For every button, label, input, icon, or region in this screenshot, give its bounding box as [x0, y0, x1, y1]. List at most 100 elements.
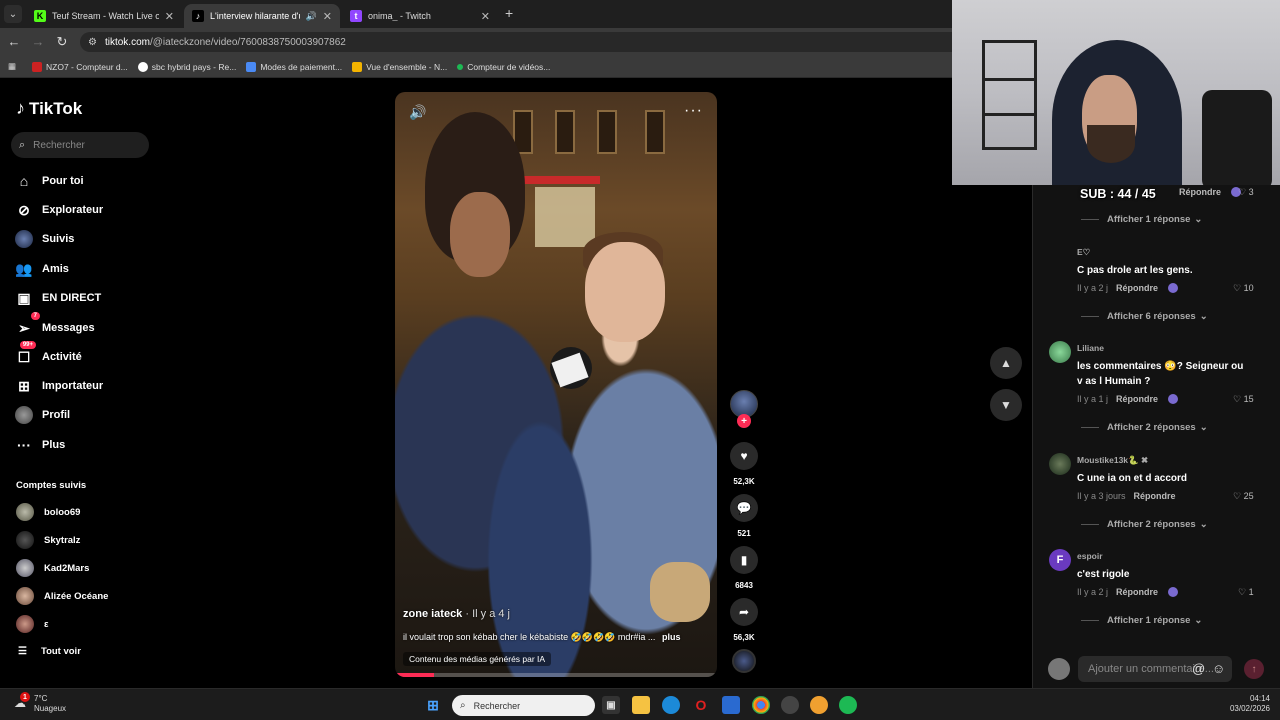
nav-profil[interactable]: Profil — [14, 404, 70, 426]
search-input[interactable]: ⌕ Rechercher — [11, 132, 149, 158]
comment-icon[interactable]: 💬 — [730, 494, 758, 522]
reload-icon[interactable]: ↻ — [54, 34, 70, 50]
video-author[interactable]: zone iateck · Il y a 4 j — [403, 608, 510, 620]
new-tab-icon[interactable]: + — [505, 5, 513, 21]
following-account[interactable]: Skytralz — [16, 531, 80, 549]
bookmark-item[interactable]: NZO7 - Compteur d... — [32, 61, 128, 72]
view-replies[interactable]: Afficher 1 réponse ⌄ — [1081, 615, 1202, 626]
system-clock[interactable]: 04:14 03/02/2026 — [1210, 694, 1270, 715]
comment-meta: Il y a 2 j Répondre — [1077, 587, 1179, 597]
comment-like-button[interactable]: ♡ 3 — [1238, 187, 1254, 198]
comment-author[interactable]: espoir — [1077, 551, 1103, 561]
bookmark-item[interactable]: sbc hybrid pays - Re... — [137, 61, 236, 72]
comment-author[interactable]: Moustike13k🐍 ✖ — [1077, 455, 1148, 466]
bookmark-item[interactable]: Vue d'ensemble - N... — [352, 61, 447, 72]
reply-link[interactable]: Répondre — [1116, 283, 1158, 293]
taskbar-search[interactable]: ⌕ Rechercher — [452, 695, 595, 716]
nav-messages[interactable]: ➢ 7 Messages — [14, 312, 95, 339]
speaker-icon[interactable]: 🔊 — [306, 11, 317, 22]
follow-plus-icon[interactable]: + — [737, 414, 751, 428]
app-icon[interactable] — [810, 696, 828, 714]
view-replies[interactable]: Afficher 2 réponses ⌄ — [1081, 422, 1208, 433]
more-link[interactable]: plus — [662, 632, 681, 642]
tab-tiktok[interactable]: ♪ L'interview hilarante d'un kébab 🔊 ✕ — [184, 4, 340, 28]
reply-link[interactable]: Répondre — [1134, 491, 1176, 501]
comment-author[interactable]: E♡ — [1077, 247, 1090, 258]
nav-importateur[interactable]: ⊞ Importateur — [14, 375, 103, 397]
opera-icon[interactable]: O — [692, 696, 710, 714]
nav-pour-toi[interactable]: ⌂ Pour toi — [14, 170, 84, 192]
view-replies[interactable]: Afficher 2 réponses ⌄ — [1081, 519, 1208, 530]
comment-like-button[interactable]: ♡ 25 — [1233, 491, 1254, 502]
video-player[interactable]: 🔊 ··· zone iateck · Il y a 4 j il voulai… — [395, 92, 717, 677]
task-view-icon[interactable]: ▣ — [602, 696, 620, 714]
tab-search-menu-icon[interactable]: ⌄ — [4, 5, 22, 23]
avatar[interactable]: F — [1049, 549, 1071, 571]
reply-link[interactable]: Répondre — [1116, 587, 1158, 597]
avatar — [16, 531, 34, 549]
comment-like-button[interactable]: ♡ 1 — [1238, 587, 1254, 598]
comment-author[interactable]: Liliane — [1077, 343, 1104, 353]
bookmark-item[interactable]: Modes de paiement... — [246, 61, 342, 72]
back-icon[interactable]: ← — [6, 34, 22, 49]
spotify-icon[interactable] — [839, 696, 857, 714]
nav-suivis[interactable]: Suivis — [14, 228, 74, 250]
volume-icon[interactable]: 🔊 — [409, 104, 426, 121]
comment-like-button[interactable]: ♡ 10 — [1233, 283, 1254, 294]
nav-activite[interactable]: ☐ 99+ Activité — [14, 341, 82, 368]
close-tab-icon[interactable]: ✕ — [323, 10, 332, 23]
edge-icon[interactable] — [662, 696, 680, 714]
interviewee-face — [585, 242, 665, 342]
ai-content-label[interactable]: Contenu des médias générés par IA — [403, 652, 552, 666]
reply-link[interactable]: Répondre — [1179, 187, 1221, 197]
mention-icon[interactable]: @ — [1192, 661, 1205, 676]
bookmark-icon[interactable]: ▮ — [730, 546, 758, 574]
app-icon[interactable] — [781, 696, 799, 714]
following-account[interactable]: boloo69 — [16, 503, 80, 521]
comment-action[interactable]: 💬 521 — [730, 494, 758, 538]
close-tab-icon[interactable]: ✕ — [165, 10, 174, 23]
next-video-icon[interactable]: ▼ — [990, 389, 1022, 421]
nav-explorateur[interactable]: ⊘ Explorateur — [14, 199, 103, 221]
reply-link[interactable]: Répondre — [1116, 394, 1158, 404]
forward-icon[interactable]: → — [30, 34, 46, 49]
save-action[interactable]: ▮ 6843 — [730, 546, 758, 590]
url-input[interactable]: ⚙ tiktok.com /@iateckzone/video/76008387… — [80, 32, 952, 52]
comment-input[interactable]: Ajouter un commentaire... @ ☺ — [1078, 656, 1232, 682]
share-icon[interactable]: ➦ — [730, 598, 758, 626]
site-info-icon[interactable]: ⚙ — [88, 37, 97, 48]
close-tab-icon[interactable]: ✕ — [481, 10, 490, 23]
avatar[interactable] — [1049, 341, 1071, 363]
more-options-icon[interactable]: ··· — [684, 102, 703, 120]
weather-widget[interactable]: ☁ 1 7°C Nuageux — [14, 692, 66, 715]
like-action[interactable]: ♥ 52,3K — [730, 442, 758, 486]
view-replies[interactable]: Afficher 6 réponses ⌄ — [1081, 311, 1208, 322]
emoji-icon[interactable]: ☺ — [1212, 661, 1225, 676]
view-replies[interactable]: Afficher 1 réponse ⌄ — [1081, 214, 1202, 225]
apps-grid-icon[interactable]: ▦ — [8, 61, 16, 72]
following-account[interactable]: Alizée Océane — [16, 587, 108, 605]
see-all-link[interactable]: ☰ Tout voir — [18, 646, 81, 657]
tab-twitch[interactable]: t onima_ - Twitch ✕ — [342, 4, 498, 28]
tiktok-logo[interactable]: ♪ TikTok — [16, 98, 82, 119]
file-explorer-icon[interactable] — [632, 696, 650, 714]
previous-video-icon[interactable]: ▲ — [990, 347, 1022, 379]
share-action[interactable]: ➦ 56,3K — [730, 598, 758, 642]
profile-avatar-icon — [14, 405, 34, 425]
following-account[interactable]: ε — [16, 615, 49, 633]
video-progress-bar[interactable] — [395, 673, 717, 677]
music-disc-icon[interactable] — [732, 649, 756, 673]
heart-icon[interactable]: ♥ — [730, 442, 758, 470]
windows-start-icon[interactable]: ⊞ — [424, 696, 442, 714]
following-account[interactable]: Kad2Mars — [16, 559, 89, 577]
comment-like-button[interactable]: ♡ 15 — [1233, 394, 1254, 405]
avatar[interactable] — [1049, 453, 1071, 475]
nav-plus[interactable]: ··· Plus — [14, 434, 65, 456]
nav-amis[interactable]: 👥 Amis — [14, 258, 69, 280]
tab-kick[interactable]: K Teuf Stream - Watch Live on Kick ✕ — [26, 4, 182, 28]
bookmark-item[interactable]: Compteur de vidéos... — [457, 62, 550, 72]
nav-en-direct[interactable]: ▣ EN DIRECT — [14, 287, 101, 309]
send-icon[interactable]: ↑ — [1244, 659, 1264, 679]
store-icon[interactable] — [722, 696, 740, 714]
chrome-icon[interactable] — [752, 696, 770, 714]
